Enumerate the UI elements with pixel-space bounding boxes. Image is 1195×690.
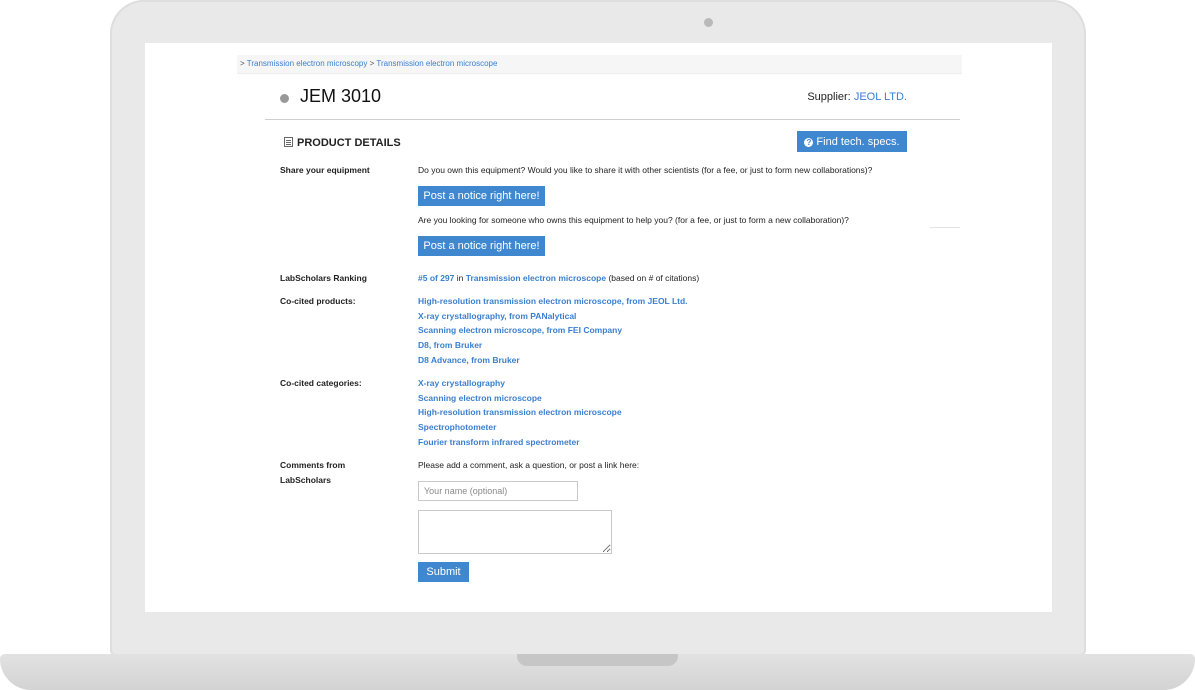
share-equipment-label: Share your equipment — [280, 165, 370, 175]
co-cited-product-link[interactable]: High-resolution transmission electron mi… — [418, 294, 688, 309]
ranking-label: LabScholars Ranking — [280, 273, 367, 283]
find-tech-specs-button[interactable]: ? Find tech. specs. — [797, 131, 907, 152]
co-cited-categories-list: X-ray crystallography Scanning electron … — [418, 376, 622, 450]
co-cited-product-link[interactable]: D8 Advance, from Bruker — [418, 353, 688, 368]
co-cited-category-link[interactable]: High-resolution transmission electron mi… — [418, 405, 622, 420]
ranking-in-text: in — [456, 273, 464, 283]
section-heading: PRODUCT DETAILS — [284, 136, 401, 149]
name-input[interactable] — [418, 481, 578, 501]
co-cited-product-link[interactable]: X-ray crystallography, from PANalytical — [418, 309, 688, 324]
question-icon: ? — [804, 137, 814, 147]
divider — [930, 227, 960, 228]
ranking-category-link[interactable]: Transmission electron microscope — [466, 273, 606, 283]
breadcrumb-link-tem-microscope[interactable]: Transmission electron microscope — [376, 59, 497, 68]
share-question-own: Do you own this equipment? Would you lik… — [418, 165, 873, 175]
submit-button[interactable]: Submit — [418, 562, 469, 582]
ranking-suffix: (based on # of citations) — [608, 273, 700, 283]
status-dot-icon — [280, 94, 289, 103]
section-heading-label: PRODUCT DETAILS — [297, 137, 401, 149]
comments-label-line1: Comments from — [280, 460, 346, 470]
document-icon — [284, 137, 293, 147]
ranking-value: #5 of 297 in Transmission electron micro… — [418, 271, 699, 286]
page-title: JEM 3010 — [300, 86, 382, 106]
supplier-info: Supplier: JEOL LTD. — [807, 91, 907, 103]
co-cited-products-list: High-resolution transmission electron mi… — [418, 294, 688, 368]
co-cited-category-link[interactable]: Spectrophotometer — [418, 420, 622, 435]
co-cited-products-label: Co-cited products: — [280, 296, 356, 306]
co-cited-product-link[interactable]: D8, from Bruker — [418, 338, 688, 353]
share-question-seek: Are you looking for someone who owns thi… — [418, 215, 849, 225]
co-cited-category-link[interactable]: Scanning electron microscope — [418, 391, 622, 406]
product-header: JEM 3010 Supplier: JEOL LTD. — [265, 85, 960, 120]
co-cited-category-link[interactable]: Fourier transform infrared spectrometer — [418, 435, 622, 450]
supplier-link[interactable]: JEOL LTD. — [854, 91, 907, 103]
laptop-notch — [517, 654, 678, 666]
comment-textarea[interactable] — [418, 510, 612, 554]
co-cited-product-link[interactable]: Scanning electron microscope, from FEI C… — [418, 323, 688, 338]
comments-label: Comments from LabScholars — [280, 458, 345, 488]
find-tech-specs-label: Find tech. specs. — [816, 135, 900, 148]
browser-screen: > Transmission electron microscopy > Tra… — [145, 43, 1052, 612]
ranking-position-link[interactable]: #5 of 297 — [418, 273, 454, 283]
co-cited-category-link[interactable]: X-ray crystallography — [418, 376, 622, 391]
camera-icon — [704, 18, 713, 27]
co-cited-categories-label: Co-cited categories: — [280, 378, 362, 388]
comments-prompt: Please add a comment, ask a question, or… — [418, 460, 640, 470]
breadcrumb-link-tem-microscopy[interactable]: Transmission electron microscopy — [247, 59, 368, 68]
breadcrumb-separator: > — [369, 59, 375, 68]
supplier-label: Supplier: — [807, 91, 851, 103]
comments-label-line2: LabScholars — [280, 475, 332, 485]
post-notice-button-seek[interactable]: Post a notice right here! — [418, 236, 545, 256]
breadcrumb: > Transmission electron microscopy > Tra… — [237, 55, 962, 74]
post-notice-button-own[interactable]: Post a notice right here! — [418, 186, 545, 206]
breadcrumb-separator: > — [240, 59, 245, 68]
